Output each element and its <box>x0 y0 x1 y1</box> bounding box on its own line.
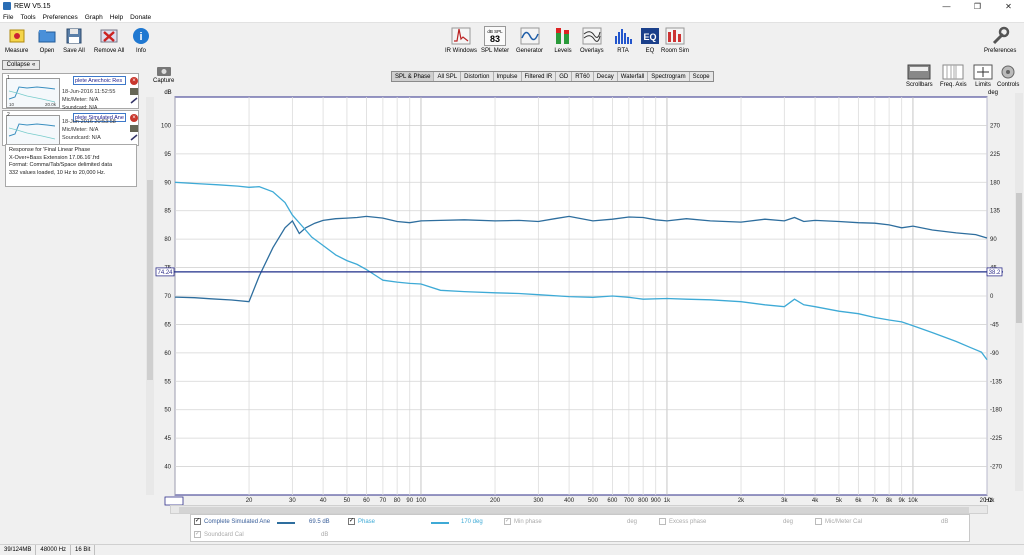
status-memory: 39/124MB <box>0 545 37 555</box>
legend-excess-phase-value: deg <box>783 519 794 525</box>
x-tick-label: 600 <box>607 498 618 504</box>
legend-min-phase-checkbox: ✓ <box>504 518 511 525</box>
legend-spl[interactable]: ✓ Complete Simulated Ane <box>194 518 270 525</box>
legend-phase-swatch <box>431 522 449 524</box>
legend-panel: ✓ Complete Simulated Ane 69.5 dB ✓ Phase… <box>190 514 970 542</box>
y-tick-label: 55 <box>164 379 171 385</box>
y2-tick-label: -225 <box>990 436 1003 442</box>
x-tick-label: 300 <box>533 498 544 504</box>
y2-tick-label: -90 <box>990 351 999 357</box>
x-tick-label: 3k <box>781 498 788 504</box>
x-tick-label: 9k <box>899 498 906 504</box>
x-tick-label: 100 <box>416 498 427 504</box>
x-tick-label: 60 <box>363 498 370 504</box>
legend-spl-label: Complete Simulated Ane <box>204 518 271 525</box>
x-tick-label: 7k <box>872 498 879 504</box>
legend-soundcard-cal-checkbox: ✓ <box>194 531 201 538</box>
legend-spl-swatch <box>277 522 295 524</box>
legend-excess-phase-label: Excess phase <box>669 518 707 525</box>
legend-excess-phase: Excess phase <box>659 518 706 525</box>
scrollbar-thumb[interactable] <box>179 507 969 513</box>
x-tick-label: 800 <box>638 498 649 504</box>
x-axis-unit: Hz <box>985 498 992 504</box>
x-tick-label: 500 <box>588 498 599 504</box>
y-tick-label: 90 <box>164 180 171 186</box>
cursor-deg-label: 38.2 <box>989 270 1001 276</box>
y-axis-label: dB <box>164 90 171 96</box>
y-tick-label: 50 <box>164 408 171 414</box>
x-tick-label: 5k <box>836 498 843 504</box>
legend-mic-cal-checkbox <box>815 518 822 525</box>
legend-soundcard-cal: ✓ Soundcard Cal <box>194 531 244 538</box>
legend-mic-cal: Mic/Meter Cal <box>815 518 862 525</box>
x-tick-label: 50 <box>344 498 351 504</box>
x-tick-label: 30 <box>289 498 296 504</box>
spl-phase-graph[interactable]: 10.0020304050607080901002003004005006007… <box>0 0 1024 555</box>
y2-tick-label: 225 <box>990 152 1001 158</box>
legend-min-phase: ✓ Min phase <box>504 518 542 525</box>
y2-tick-label: 270 <box>990 123 1001 129</box>
y2-tick-label: 0 <box>990 294 994 300</box>
legend-min-phase-value: deg <box>627 519 638 525</box>
legend-soundcard-cal-value: dB <box>321 532 329 538</box>
legend-mic-cal-value: dB <box>941 519 949 525</box>
status-sample-rate: 48000 Hz <box>36 545 72 555</box>
y-tick-label: 45 <box>164 436 171 442</box>
y-tick-label: 95 <box>164 152 171 158</box>
legend-min-phase-label: Min phase <box>514 518 542 525</box>
y-tick-label: 85 <box>164 209 171 215</box>
legend-spl-checkbox[interactable]: ✓ <box>194 518 201 525</box>
status-bar: 39/124MB 48000 Hz 16 Bit <box>0 544 1024 555</box>
status-bit-depth: 16 Bit <box>71 545 96 555</box>
x-tick-label: 6k <box>855 498 862 504</box>
y-tick-labels: 404550556065707580859095100 <box>161 123 172 470</box>
y-tick-label: 40 <box>164 465 171 471</box>
legend-soundcard-cal-label: Soundcard Cal <box>204 531 244 538</box>
x-tick-label: 4k <box>812 498 819 504</box>
y-tick-label: 80 <box>164 237 171 243</box>
y2-tick-label: 90 <box>990 237 997 243</box>
legend-phase[interactable]: ✓ Phase <box>348 518 375 525</box>
legend-excess-phase-checkbox <box>659 518 666 525</box>
legend-phase-label: Phase <box>358 518 376 525</box>
scrollbar-thumb[interactable] <box>1016 193 1022 323</box>
x-tick-label: 8k <box>886 498 893 504</box>
horizontal-scrollbar[interactable] <box>170 505 988 514</box>
x-tick-label: 700 <box>624 498 635 504</box>
x-tick-label: 2k <box>738 498 745 504</box>
y-tick-label: 60 <box>164 351 171 357</box>
y-tick-label: 70 <box>164 294 171 300</box>
y-tick-label: 100 <box>161 123 172 129</box>
y2-axis-label: deg <box>988 90 998 96</box>
y2-tick-label: -135 <box>990 379 1003 385</box>
x-tick-label: 1k <box>664 498 671 504</box>
x-tick-label: 200 <box>490 498 501 504</box>
x-tick-label: 70 <box>380 498 387 504</box>
y2-tick-label: -180 <box>990 408 1003 414</box>
y-tick-label: 65 <box>164 322 171 328</box>
x-tick-label: 900 <box>651 498 662 504</box>
x-tick-label: 20 <box>246 498 253 504</box>
right-vertical-scrollbar[interactable] <box>1015 93 1023 491</box>
x-tick-label: 80 <box>394 498 401 504</box>
left-scrollbar-thumb[interactable] <box>147 180 153 380</box>
y2-tick-labels: -270-225-180-135-90-4504590135180225270 <box>990 123 1003 470</box>
x-tick-label: 400 <box>564 498 575 504</box>
x-tick-label: 40 <box>320 498 327 504</box>
x-tick-labels: 10.0020304050607080901002003004005006007… <box>167 498 995 504</box>
y2-tick-label: 135 <box>990 209 1001 215</box>
cursor-db-label: 74.24 <box>157 270 173 276</box>
x-tick-label: 90 <box>406 498 413 504</box>
legend-mic-cal-label: Mic/Meter Cal <box>825 518 863 525</box>
legend-phase-checkbox[interactable]: ✓ <box>348 518 355 525</box>
x-start-box[interactable] <box>164 496 184 506</box>
legend-phase-value: 170 deg <box>461 519 483 525</box>
y2-tick-label: -270 <box>990 465 1003 471</box>
x-tick-label: 10k <box>908 498 919 504</box>
y2-tick-label: 180 <box>990 180 1001 186</box>
y2-tick-label: -45 <box>990 322 999 328</box>
legend-spl-value: 69.5 dB <box>309 519 330 525</box>
